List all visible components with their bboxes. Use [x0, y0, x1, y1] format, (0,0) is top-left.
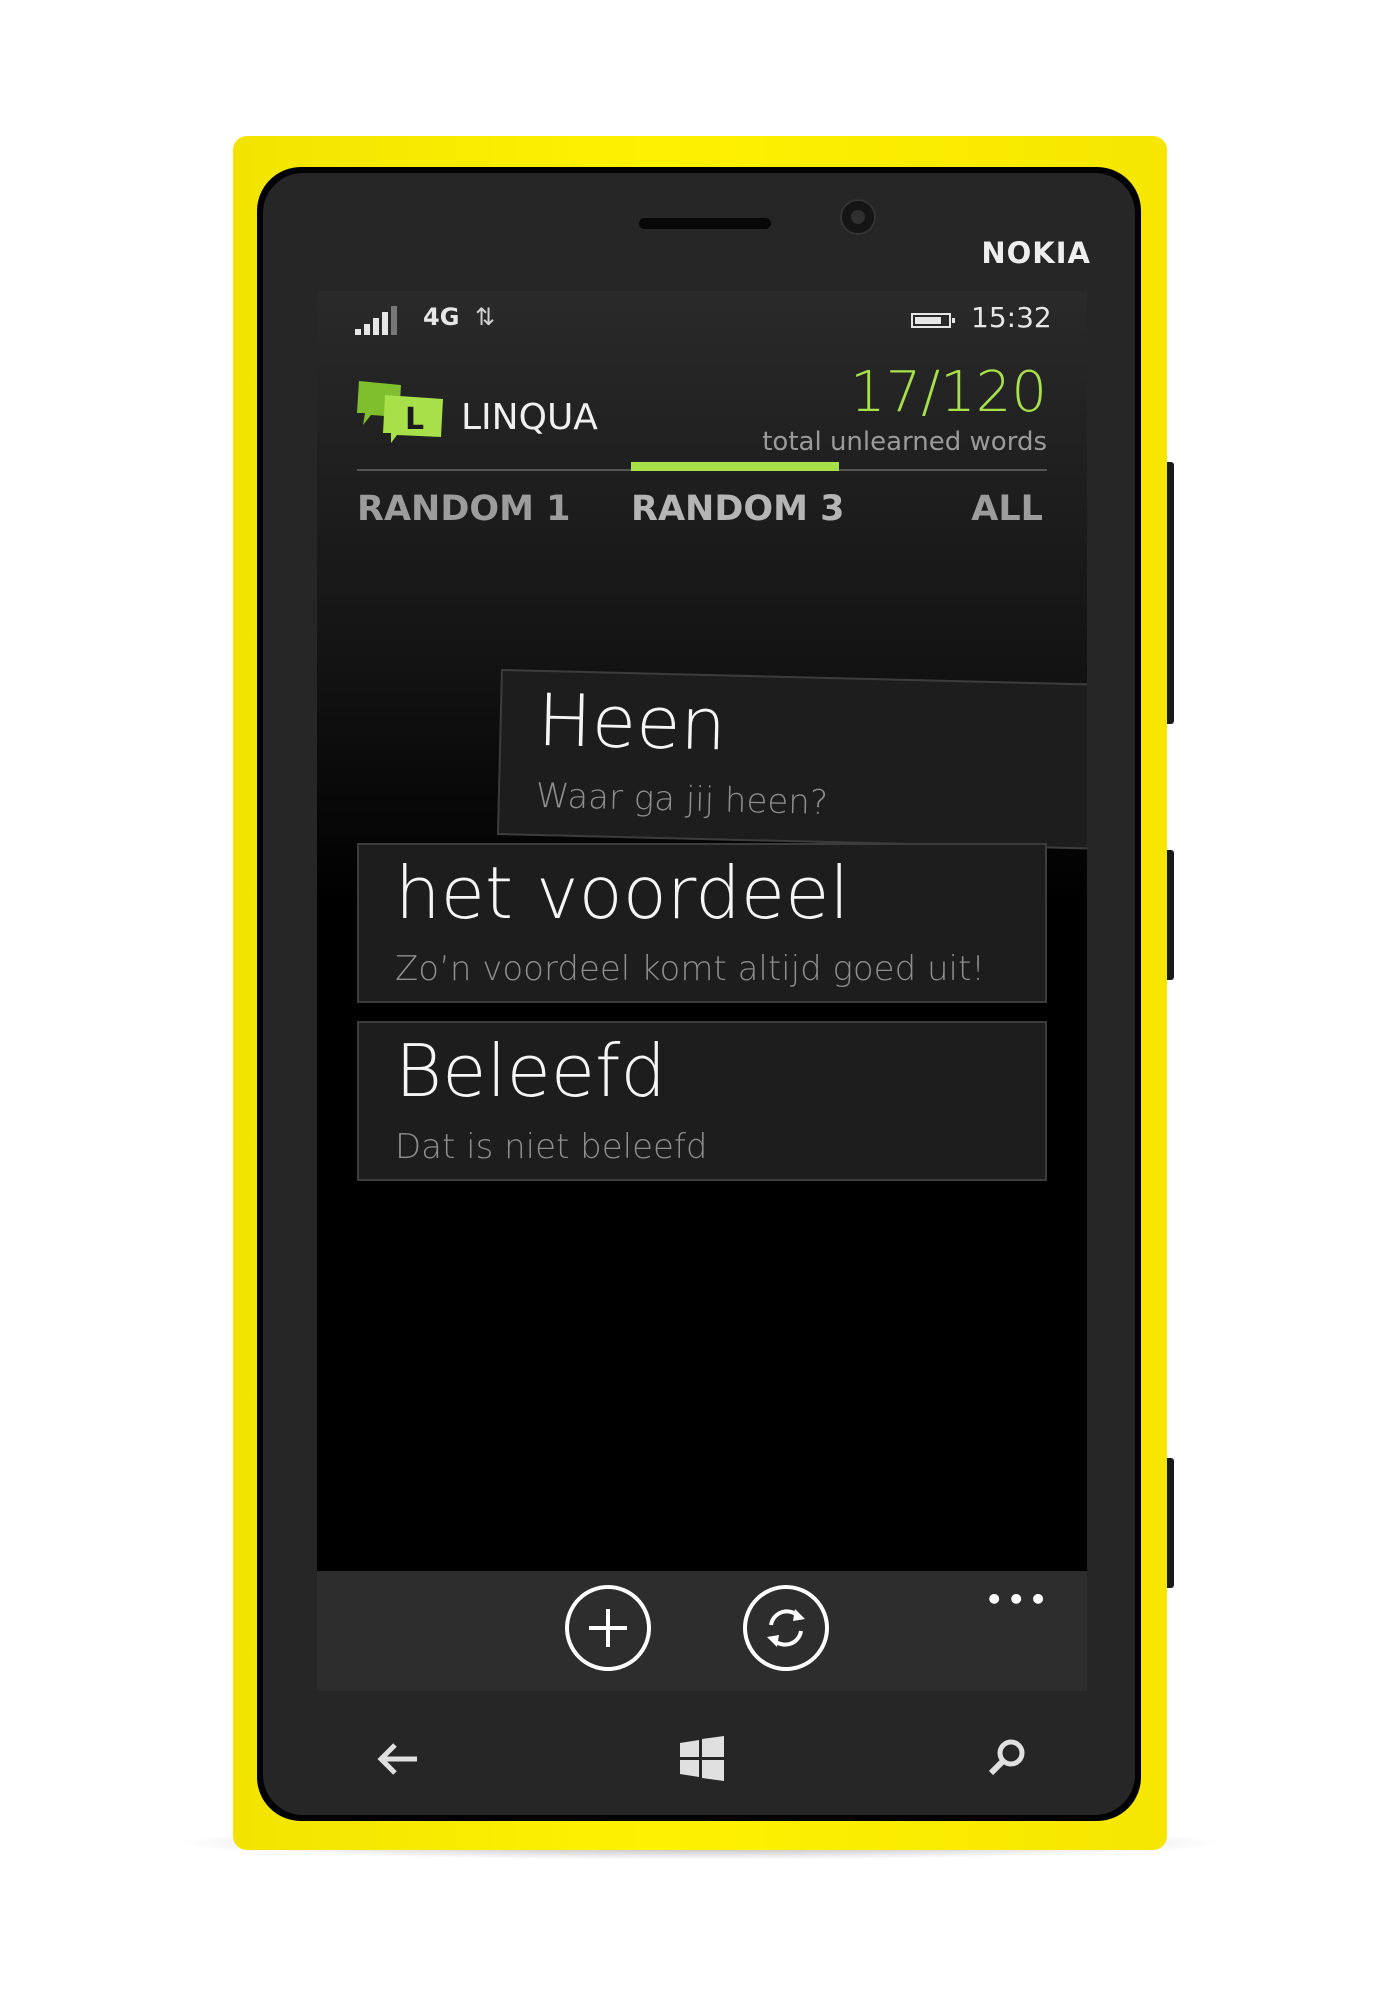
earpiece-speaker	[639, 218, 771, 229]
status-bar: 4G ⇅ 15:32	[317, 291, 1087, 335]
tab-random-1[interactable]: RANDOM 1	[357, 489, 571, 529]
clock: 15:32	[971, 301, 1052, 334]
data-connection-icon: ⇅	[475, 303, 496, 331]
active-tab-indicator	[631, 462, 839, 471]
more-options-button[interactable]: •••	[985, 1583, 1051, 1616]
unlearned-count: 17/120	[849, 360, 1047, 425]
phone-glass: NOKIA 4G ⇅ 15:32 L LINQUA 17/120 total u…	[263, 173, 1135, 1815]
refresh-icon	[767, 1609, 805, 1647]
pivot-tabs: RANDOM 1 RANDOM 3 ALL	[357, 462, 1047, 545]
card-sentence: Waar ga jij heen?	[535, 775, 829, 824]
word-card[interactable]: het voordeel Zo’n voordeel komt altijd g…	[357, 843, 1047, 1003]
network-type: 4G	[423, 303, 460, 331]
word-card[interactable]: Beleefd Dat is niet beleefd	[357, 1021, 1047, 1181]
phone-screen: 4G ⇅ 15:32 L LINQUA 17/120 total unlearn…	[317, 291, 1087, 1571]
add-icon	[589, 1609, 627, 1647]
signal-strength-icon	[355, 306, 397, 335]
front-camera-icon	[840, 199, 876, 235]
linqua-logo-icon: L	[357, 381, 443, 443]
search-icon[interactable]	[977, 1729, 1037, 1789]
refresh-button[interactable]	[743, 1585, 829, 1671]
card-word: het voordeel	[395, 851, 850, 935]
card-word: Heen	[536, 677, 728, 767]
brand-logo: NOKIA	[981, 236, 1091, 270]
phone-body: NOKIA 4G ⇅ 15:32 L LINQUA 17/120 total u…	[233, 136, 1167, 1850]
logo-letter: L	[405, 402, 424, 437]
hardware-nav-bar	[317, 1691, 1087, 1821]
tab-all[interactable]: ALL	[971, 489, 1043, 529]
word-card[interactable]: Heen Waar ga jij heen?	[496, 669, 1087, 851]
battery-icon	[911, 313, 955, 328]
phone-front: NOKIA 4G ⇅ 15:32 L LINQUA 17/120 total u…	[257, 167, 1141, 1821]
unlearned-count-label: total unlearned words	[762, 427, 1047, 457]
app-title: LINQUA	[461, 397, 598, 438]
windows-start-icon[interactable]	[672, 1729, 732, 1789]
tab-random-3[interactable]: RANDOM 3	[631, 489, 845, 529]
app-header: L LINQUA 17/120 total unlearned words	[317, 339, 1087, 457]
card-sentence: Dat is niet beleefd	[395, 1127, 708, 1167]
card-sentence: Zo’n voordeel komt altijd goed uit!	[395, 949, 985, 989]
app-bar: •••	[317, 1571, 1087, 1691]
card-word: Beleefd	[395, 1029, 667, 1113]
add-button[interactable]	[565, 1585, 651, 1671]
back-arrow-icon[interactable]	[369, 1729, 429, 1789]
